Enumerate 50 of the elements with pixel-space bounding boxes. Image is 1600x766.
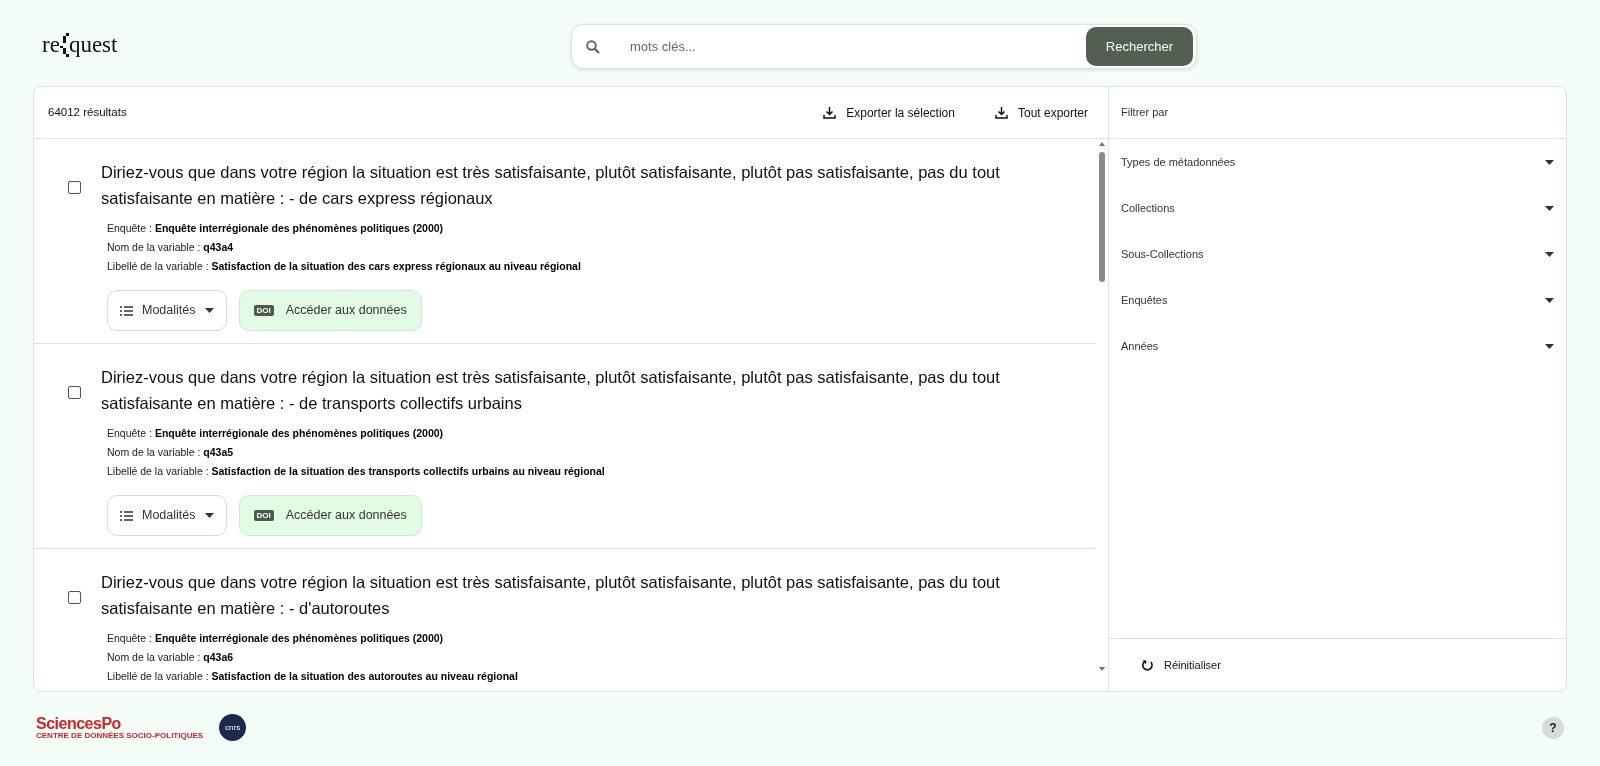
access-data-button[interactable]: DOI Accéder aux données [238,290,422,331]
download-icon [823,106,837,119]
search-button[interactable]: Rechercher [1085,27,1193,66]
help-button[interactable]: ? [1542,716,1564,739]
metadata-line: Nom de la variable : q43a6 [107,650,235,665]
results-count: 64012 résultats [48,104,127,120]
logo-text: re [42,31,60,59]
search-field[interactable]: mots clés... Rechercher [571,24,1197,69]
list-icon [120,305,133,316]
filter-dropdown[interactable]: Enquêtes [1109,277,1566,323]
caret-icon [204,513,214,518]
metadata-line: Enquête : Enquête interrégionale des phénomènes politiques (2000) [107,426,445,441]
metadata-line: Libellé de la variable : Satisfaction de la situation des autoroutes au niveau régional [107,669,519,684]
metadata-line: Enquête : Enquête interrégionale des phénomènes politiques (2000) [107,631,445,646]
caret-icon [1545,343,1554,349]
metadata-line: Libellé de la variable : Satisfaction de la situation des transports collectifs urbains au niveau régional [107,464,606,479]
result-title[interactable]: Diriez-vous que dans votre région la situation est très satisfaisante, plutôt satisfaisante, plutôt pas satisfaisante, pas du tout satisfaisante en matière : - d'autoroutes [101,569,1076,621]
caret-icon [1545,159,1554,165]
access-data-button[interactable]: DOI Accéder aux données [238,495,422,536]
result-title[interactable]: Diriez-vous que dans votre région la situation est très satisfaisante, plutôt satisfaisante, plutôt pas satisfaisante, pas du tout satisfaisante en matière : - de cars express régionaux [101,159,1076,211]
logo-text: quest [68,31,118,59]
metadata-line: Nom de la variable : q43a4 [107,240,235,255]
download-icon [994,106,1008,119]
caret-icon [1545,297,1554,303]
modalities-dropdown[interactable]: Modalités [107,290,227,331]
metadata-line: Nom de la variable : q43a5 [107,445,235,460]
search-icon [586,39,600,54]
refresh-icon [1141,658,1154,672]
list-icon [120,510,133,521]
metadata-line: Libellé de la variable : Satisfaction de la situation des cars express régionaux au niveau régional [107,259,582,274]
filter-dropdown[interactable]: Types de métadonnées [1109,139,1566,185]
modalities-dropdown[interactable]: Modalités [107,495,227,536]
export-button[interactable]: Tout exporter [988,99,1094,126]
filter-heading: Filtrer par [1121,105,1169,121]
brace-icon [59,33,69,58]
filter-dropdown[interactable]: Années [1109,323,1566,369]
filter-dropdown[interactable]: Sous-Collections [1109,231,1566,277]
export-button[interactable]: Exporter la sélection [817,99,961,126]
caret-icon [204,308,214,313]
checkbox[interactable] [68,386,81,399]
caret-icon [1545,251,1554,257]
caret-icon [1545,205,1554,211]
result-title[interactable]: Diriez-vous que dans votre région la situation est très satisfaisante, plutôt satisfaisante, plutôt pas satisfaisante, pas du tout satisfaisante en matière : - de transports collectifs urbains [101,364,1076,416]
filter-dropdown[interactable]: Collections [1109,185,1566,231]
checkbox[interactable] [68,181,81,194]
sciencespo-logo: SciencesPo CENTRE DE DONNÉES SOCIO-POLITIQUES [36,715,204,740]
cnrs-logo: cnrs [219,714,247,741]
reset-button[interactable]: Réinitialiser [1135,655,1227,675]
metadata-line: Enquête : Enquête interrégionale des phénomènes politiques (2000) [107,221,445,236]
checkbox[interactable] [68,591,81,604]
